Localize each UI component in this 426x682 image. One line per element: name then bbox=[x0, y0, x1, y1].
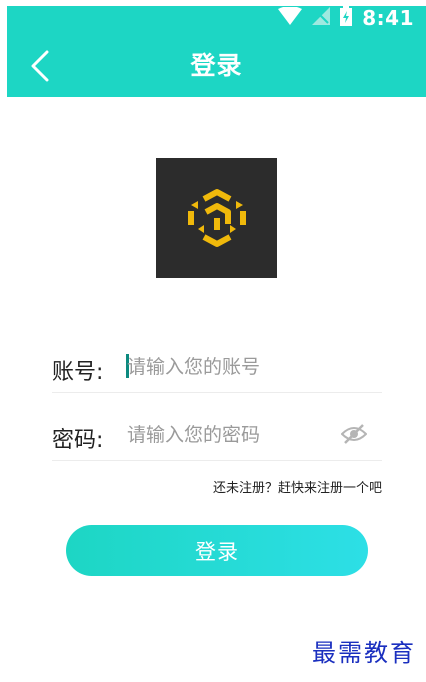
status-bar: 8:41 bbox=[7, 6, 426, 30]
status-time: 8:41 bbox=[362, 6, 414, 30]
nav-bar: 登录 bbox=[7, 36, 426, 94]
status-icons: 8:41 bbox=[278, 6, 414, 30]
page-title: 登录 bbox=[190, 51, 243, 80]
eye-off-icon bbox=[341, 424, 367, 444]
password-input[interactable] bbox=[127, 418, 347, 452]
toggle-password-visibility-button[interactable] bbox=[340, 422, 368, 446]
account-input[interactable] bbox=[127, 350, 347, 384]
app-header: 8:41 登录 bbox=[7, 6, 426, 97]
cube-logo-icon bbox=[187, 189, 246, 247]
register-link[interactable]: 还未注册？赶快来注册一个吧 bbox=[213, 477, 382, 496]
app-logo bbox=[156, 158, 277, 278]
password-label: 密码: bbox=[52, 428, 104, 453]
watermark: 最需教育 bbox=[312, 639, 416, 667]
login-button[interactable]: 登录 bbox=[66, 525, 368, 576]
battery-icon bbox=[340, 6, 353, 30]
account-label: 账号: bbox=[52, 360, 104, 385]
wifi-icon bbox=[278, 6, 303, 29]
account-field-row: 账号: bbox=[52, 348, 382, 393]
signal-icon bbox=[312, 7, 331, 29]
password-field-row: 密码: bbox=[52, 416, 382, 461]
